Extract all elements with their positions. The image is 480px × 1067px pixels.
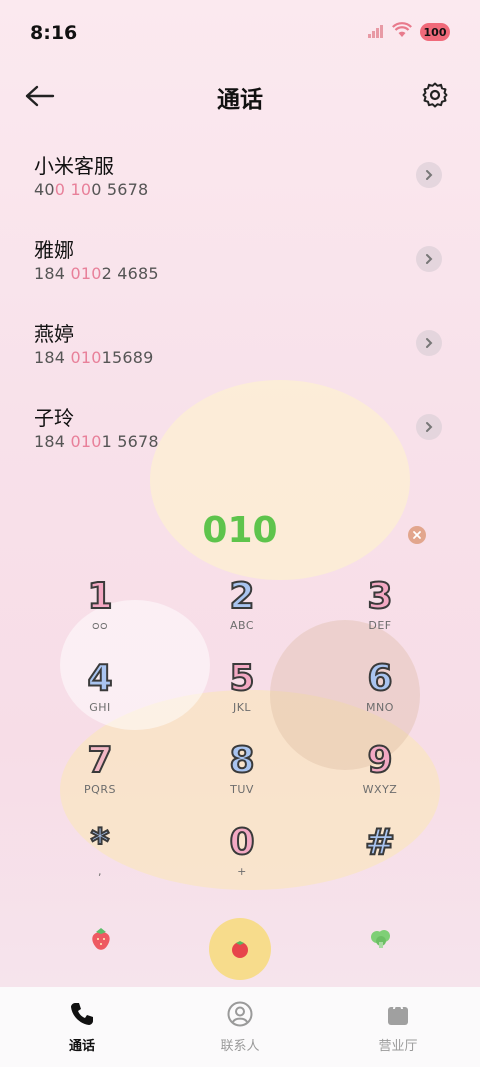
contact-name: 燕婷 bbox=[34, 322, 74, 346]
recent-call-item[interactable]: 子玲 184 0101 5678 bbox=[0, 384, 480, 468]
key-star[interactable]: *, bbox=[40, 821, 160, 891]
tomato-icon bbox=[232, 941, 248, 958]
chevron-right-icon bbox=[426, 170, 433, 180]
chevron-right-icon bbox=[426, 338, 433, 348]
key-6[interactable]: 6 MNO bbox=[320, 657, 440, 727]
recent-calls-list: 小米客服 400 100 5678 雅娜 184 0102 4685 燕婷 18… bbox=[0, 132, 480, 468]
strawberry-icon[interactable] bbox=[86, 924, 116, 954]
contact-detail-button[interactable] bbox=[416, 162, 442, 188]
person-icon bbox=[180, 999, 300, 1029]
signal-icon bbox=[368, 23, 384, 42]
recent-call-item[interactable]: 雅娜 184 0102 4685 bbox=[0, 216, 480, 300]
key-2[interactable]: 2 ABC bbox=[182, 575, 302, 645]
contact-number: 184 0101 5678 bbox=[34, 432, 159, 451]
key-1[interactable]: 1 ᴑᴑ bbox=[40, 575, 160, 645]
key-4[interactable]: 4 GHI bbox=[40, 657, 160, 727]
settings-button[interactable] bbox=[418, 78, 452, 112]
contact-number: 400 100 5678 bbox=[34, 180, 149, 199]
delete-button[interactable] bbox=[408, 526, 426, 544]
recent-call-item[interactable]: 小米客服 400 100 5678 bbox=[0, 132, 480, 216]
key-hash[interactable]: # bbox=[320, 821, 440, 891]
header: 通话 bbox=[0, 66, 480, 124]
shopping-bag-icon bbox=[338, 999, 458, 1029]
key-5[interactable]: 5 JKL bbox=[182, 657, 302, 727]
tab-calls[interactable]: 通话 bbox=[22, 999, 142, 1054]
recent-call-item[interactable]: 燕婷 184 01015689 bbox=[0, 300, 480, 384]
chevron-right-icon bbox=[426, 422, 433, 432]
dial-keypad: 1 ᴑᴑ 2 ABC 3 DEF 4 GHI 5 JKL 6 MNO 7 PQRS 8 TUV … bbox=[0, 575, 480, 895]
chevron-right-icon bbox=[426, 254, 433, 264]
close-icon bbox=[413, 531, 421, 539]
key-7[interactable]: 7 PQRS bbox=[40, 739, 160, 809]
key-8[interactable]: 8 TUV bbox=[182, 739, 302, 809]
contact-name: 雅娜 bbox=[34, 238, 74, 262]
broccoli-icon[interactable] bbox=[366, 924, 396, 954]
gear-icon bbox=[422, 82, 448, 108]
bottom-tab-bar: 通话 联系人 营业厅 bbox=[0, 987, 480, 1067]
call-button[interactable] bbox=[209, 918, 271, 980]
voicemail-icon: ᴑᴑ bbox=[91, 619, 109, 632]
phone-icon bbox=[22, 999, 142, 1029]
contact-name: 小米客服 bbox=[34, 154, 114, 178]
wifi-icon bbox=[392, 22, 412, 42]
tab-service-hall[interactable]: 营业厅 bbox=[338, 999, 458, 1054]
status-time: 8:16 bbox=[30, 22, 78, 44]
contact-name: 子玲 bbox=[34, 406, 74, 430]
status-icons: 100 bbox=[368, 22, 450, 42]
key-9[interactable]: 9 WXYZ bbox=[320, 739, 440, 809]
page-title: 通话 bbox=[217, 87, 263, 113]
key-3[interactable]: 3 DEF bbox=[320, 575, 440, 645]
contact-detail-button[interactable] bbox=[416, 414, 442, 440]
tab-contacts[interactable]: 联系人 bbox=[180, 999, 300, 1054]
dial-actions bbox=[0, 910, 480, 985]
contact-number: 184 01015689 bbox=[34, 348, 154, 367]
key-0[interactable]: 0 + bbox=[182, 821, 302, 891]
status-bar: 8:16 100 bbox=[0, 0, 480, 66]
contact-detail-button[interactable] bbox=[416, 330, 442, 356]
battery-indicator: 100 bbox=[420, 23, 450, 41]
contact-number: 184 0102 4685 bbox=[34, 264, 159, 283]
contact-detail-button[interactable] bbox=[416, 246, 442, 272]
